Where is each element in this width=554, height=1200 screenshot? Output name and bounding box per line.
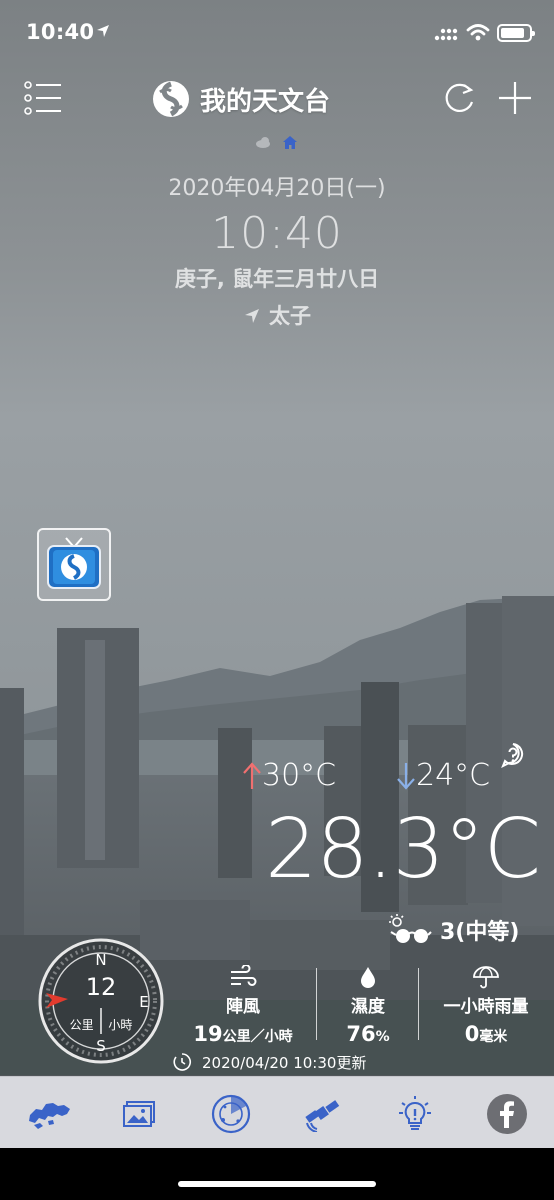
humidity-label: 濕度	[351, 997, 385, 1017]
home-icon	[283, 136, 297, 149]
page-title: 我的天文台	[200, 86, 331, 117]
home-indicator[interactable]	[178, 1181, 376, 1187]
tab-tips[interactable]	[392, 1091, 438, 1137]
clock-text: 10:40	[211, 208, 343, 259]
humidity-value: 76%	[346, 1022, 390, 1046]
gallery-icon	[123, 1101, 155, 1127]
lunar-date-text: 庚子, 鼠年三月廿八日	[174, 267, 380, 291]
tab-radar[interactable]	[208, 1091, 254, 1137]
app-header: 我的天文台	[0, 72, 554, 128]
compass-e-label: E	[139, 993, 148, 1011]
temp-range: 30°C 24°C	[242, 758, 542, 802]
uv-value-text: 3(中等)	[440, 920, 520, 945]
tips-bulb-icon	[399, 1096, 431, 1130]
wind-icon	[231, 964, 257, 986]
high-temp-text: 30°C	[262, 758, 337, 793]
umbrella-icon	[473, 966, 499, 989]
app-title: 我的天文台	[152, 80, 330, 118]
page-indicator[interactable]	[254, 134, 300, 150]
uv-sunglasses-icon	[389, 914, 432, 943]
low-temp: 24°C	[396, 758, 490, 793]
stat-divider	[316, 968, 317, 1040]
wind-compass[interactable]: N E S 12 公里 │ 小時	[38, 938, 164, 1064]
datetime-block: 2020年04月20日(一) 10:40 庚子, 鼠年三月廿八日 太子	[0, 172, 554, 336]
wind-speed-unit: 公里 │ 小時	[70, 1017, 133, 1032]
high-temp: 30°C	[242, 758, 336, 793]
wind-speed-value: 12	[86, 973, 117, 1001]
gust-label: 陣風	[226, 997, 260, 1017]
status-time: 10:40	[26, 20, 95, 44]
satellite-icon	[305, 1100, 340, 1132]
compass-dial: N E S 12 公里 │ 小時	[38, 938, 164, 1064]
stat-divider	[418, 968, 419, 1040]
rainfall-label: 一小時雨量	[443, 997, 529, 1017]
humidity-drop-icon	[361, 967, 375, 988]
home-area	[0, 1148, 554, 1200]
bottom-tab-bar	[0, 1076, 554, 1148]
signal-icon	[434, 28, 458, 41]
clock-icon	[173, 1053, 192, 1071]
hk-map-icon	[29, 1103, 70, 1129]
gust-stat[interactable]: 陣風 19公里／小時	[178, 964, 308, 1049]
date-text: 2020年04月20日(一)	[168, 176, 386, 201]
compass-n-label: N	[95, 951, 106, 969]
low-temp-text: 24°C	[416, 758, 491, 793]
help-icon[interactable]	[500, 742, 526, 768]
tab-hk-map[interactable]	[26, 1091, 72, 1137]
rainfall-stat[interactable]: 一小時雨量 0毫米	[424, 965, 548, 1049]
location-row[interactable]: 太子	[0, 296, 554, 336]
arrow-up-icon	[243, 761, 261, 789]
tv-weather-button[interactable]	[37, 528, 111, 601]
humidity-stat[interactable]: 濕度 76%	[328, 965, 408, 1049]
wifi-icon	[466, 24, 490, 41]
update-time-text: 2020/04/20 10:30更新	[202, 1053, 367, 1072]
facebook-icon	[487, 1094, 527, 1134]
refresh-icon[interactable]	[442, 80, 476, 116]
update-time-row: 2020/04/20 10:30更新	[172, 1050, 366, 1074]
arrow-down-icon	[397, 762, 415, 790]
current-temperature: 28.3°C	[265, 802, 541, 897]
list-menu-icon[interactable]	[24, 80, 62, 116]
radar-icon	[211, 1094, 251, 1134]
uv-index[interactable]: 3(中等)	[388, 910, 519, 950]
status-bar: 10:40	[0, 0, 554, 66]
tab-gallery[interactable]	[116, 1091, 162, 1137]
location-arrow-icon	[245, 309, 259, 323]
tab-satellite[interactable]	[298, 1091, 344, 1137]
location-text: 太子	[269, 304, 311, 328]
tv-icon	[47, 537, 101, 589]
hko-logo-icon	[153, 81, 189, 117]
battery-icon	[497, 24, 535, 42]
location-arrow-icon	[97, 25, 109, 37]
weather-screen: 10:40 我的天文台 2020年04月20日(一) 10:40 庚子, 鼠年三…	[0, 0, 554, 1148]
tab-facebook[interactable]	[484, 1091, 530, 1137]
gust-value: 19公里／小時	[193, 1022, 293, 1046]
rainfall-value: 0毫米	[464, 1022, 508, 1046]
compass-s-label: S	[96, 1037, 106, 1055]
cloud-icon	[256, 137, 270, 148]
plus-icon[interactable]	[497, 80, 533, 116]
